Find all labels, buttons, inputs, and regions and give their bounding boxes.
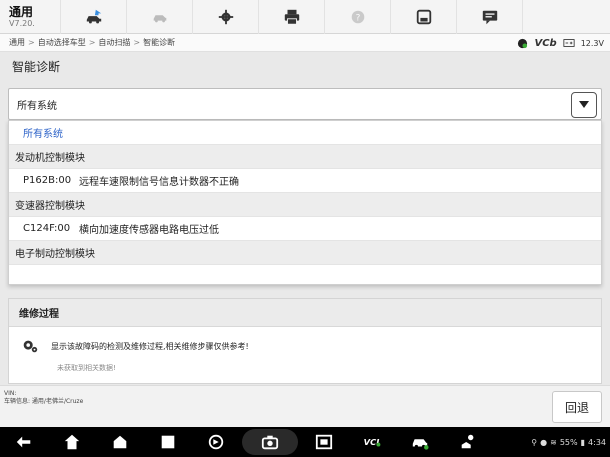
vehicle-info: 车辆信息: 通用/老佛兰/Cruze (4, 398, 84, 406)
location-icon: ⚲ (531, 437, 538, 447)
dtc-description: 横向加速度传感器电路电压过低 (79, 225, 219, 236)
system-select-value: 所有系统 (17, 100, 57, 112)
bluetooth-icon: ● (540, 437, 548, 447)
repair-description: 显示该故障码的检测及维修过程,相关维修步骤仅供参考! (51, 341, 249, 351)
dtc-description: 远程车速限制信号信息计数器不正确 (79, 177, 239, 188)
back-arrow-icon[interactable] (0, 427, 48, 457)
app-version: V7.20. (9, 18, 35, 28)
group-label: 发动机控制模块 (15, 153, 85, 164)
battery-percent: 55% (559, 437, 578, 447)
vci-home-icon[interactable] (96, 427, 144, 457)
dtc-code: P162B:00 (23, 175, 72, 186)
repair-procedure-panel: 维修过程 显示该故障码的检测及维修过程,相关维修步骤仅供参考! 未获取到相关数据… (8, 298, 602, 384)
app-title: 通用 (9, 4, 34, 19)
remote-support-icon[interactable] (444, 427, 492, 457)
dropdown-group-engine[interactable]: 发动机控制模块 (9, 145, 601, 169)
recent-apps-icon[interactable] (144, 427, 192, 457)
screen-record-icon[interactable] (300, 427, 348, 457)
group-label: 电子制动控制模块 (15, 249, 95, 260)
battery-voltage-icon (563, 39, 575, 47)
dropdown-option-all-systems[interactable]: 所有系统 (9, 121, 601, 145)
group-label: 变速器控制模块 (15, 201, 85, 212)
system-select[interactable]: 所有系统 (8, 88, 602, 120)
wifi-icon: ≋ (550, 437, 557, 447)
option-label: 所有系统 (23, 129, 63, 140)
vcb-status: VCb (534, 38, 556, 49)
system-navigation-bar: VCI ⚲ ● ≋ 55% ▮ 4:34 (0, 427, 610, 457)
print-icon[interactable] (258, 0, 324, 34)
breadcrumb-item[interactable]: 自动扫描 (98, 37, 130, 48)
breadcrumb-item[interactable]: 自动选择车型 (38, 37, 86, 48)
dropdown-group-transmission[interactable]: 变速器控制模块 (9, 193, 601, 217)
vci-icon[interactable]: VCI (348, 427, 396, 457)
toolbar-spacer (522, 0, 561, 34)
clock: 4:34 (588, 437, 606, 447)
breadcrumb-item[interactable]: 通用 (9, 37, 25, 48)
breadcrumb-item: 智能诊断 (143, 38, 176, 47)
breadcrumb-separator: > (133, 38, 141, 47)
repair-info-row: 显示该故障码的检测及维修过程,相关维修步骤仅供参考! (9, 327, 601, 355)
breadcrumb: 通用 > 自动选择车型 > 自动扫描 > 智能诊断 VCb 12.3V (0, 34, 610, 52)
dtc-code: C124F:00 (23, 223, 71, 234)
repair-panel-title: 维修过程 (9, 299, 601, 327)
select-dropdown-button[interactable] (571, 92, 597, 118)
back-button[interactable]: 回退 (552, 391, 602, 423)
system-dropdown-list: 所有系统 发动机控制模块 P162B:00 远程车速限制信号信息计数器不正确 变… (8, 120, 602, 285)
dropdown-dtc-item[interactable]: P162B:00 远程车速限制信号信息计数器不正确 (9, 169, 601, 193)
home-icon[interactable] (48, 427, 96, 457)
browser-icon[interactable] (192, 427, 240, 457)
breadcrumb-separator: > (28, 38, 35, 47)
settings-gear-icon[interactable] (192, 0, 258, 34)
breadcrumb-separator: > (88, 38, 96, 47)
network-icon (518, 38, 528, 48)
gears-icon (23, 340, 38, 353)
svg-text:?: ? (355, 13, 360, 23)
voltage-readout: 12.3V (580, 38, 604, 48)
triangle-down-icon (579, 101, 589, 108)
screenshot-camera-icon[interactable] (242, 429, 298, 455)
vcb-label: VCb (534, 37, 557, 49)
system-status-area: ⚲ ● ≋ 55% ▮ 4:34 (531, 427, 606, 457)
vehicle-info-footer: VIN: 车辆信息: 通用/老佛兰/Cruze 回退 (0, 385, 610, 427)
app-header: 通用 V7.20. (0, 6, 60, 28)
message-icon[interactable] (456, 0, 522, 34)
vehicle-icon[interactable] (396, 427, 444, 457)
car-home-icon[interactable] (60, 0, 126, 34)
top-toolbar: 通用 V7.20. ? (0, 0, 610, 34)
vehicle-swap-icon[interactable] (126, 0, 192, 34)
vin-info: VIN: 车辆信息: 通用/老佛兰/Cruze (4, 390, 83, 407)
page-title: 智能诊断 (12, 60, 61, 74)
dropdown-dtc-item[interactable]: C124F:00 横向加速度传感器电路电压过低 (9, 217, 601, 241)
connection-status: VCb 12.3V (517, 34, 604, 52)
dropdown-group-brake[interactable]: 电子制动控制模块 (9, 241, 601, 265)
repair-no-data-note: 未获取到相关数据! (57, 364, 116, 372)
help-icon[interactable]: ? (324, 0, 390, 34)
save-icon[interactable] (390, 0, 456, 34)
battery-icon: ▮ (580, 437, 586, 447)
